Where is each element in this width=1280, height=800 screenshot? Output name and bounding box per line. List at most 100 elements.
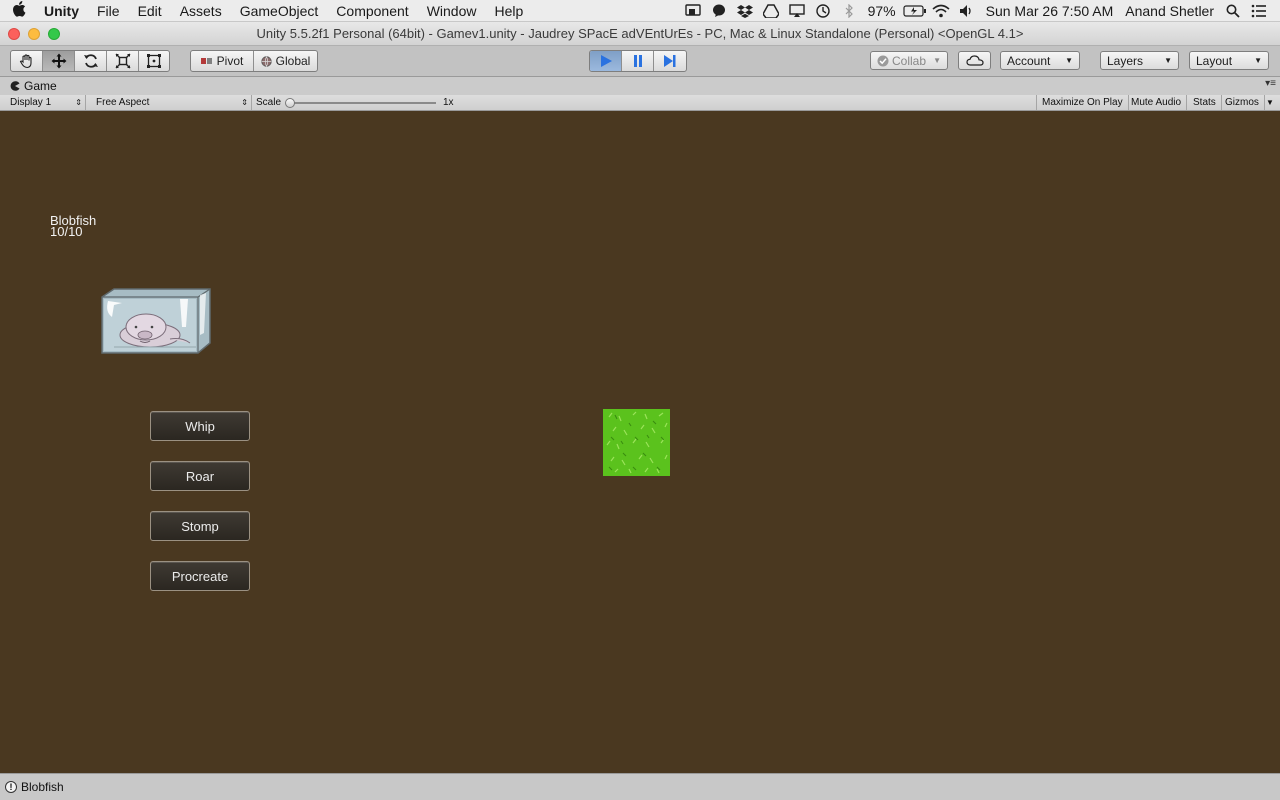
scale-icon bbox=[115, 53, 130, 69]
blobfish-tank-sprite[interactable] bbox=[100, 287, 212, 355]
hand-tool-button[interactable] bbox=[11, 51, 43, 71]
info-icon: ! bbox=[5, 781, 17, 793]
battery-percent: 97% bbox=[867, 2, 896, 19]
google-drive-icon[interactable] bbox=[758, 0, 784, 22]
rect-tool-button[interactable] bbox=[139, 51, 169, 71]
stats-toggle[interactable]: Stats bbox=[1188, 95, 1222, 110]
scale-value: 1x bbox=[443, 97, 454, 108]
gizmos-chevron-icon[interactable]: ▼ bbox=[1264, 95, 1276, 110]
window-controls bbox=[8, 28, 60, 40]
pivot-icon bbox=[200, 58, 212, 64]
minimize-window-button[interactable] bbox=[28, 28, 40, 40]
game-view-toolbar: Display 1 ⇕ Free Aspect ⇕ Scale 1x Maxim… bbox=[0, 95, 1280, 111]
rotate-tool-button[interactable] bbox=[75, 51, 107, 71]
menu-gameobject[interactable]: GameObject bbox=[231, 0, 328, 22]
grass-tile-sprite[interactable] bbox=[603, 409, 670, 476]
close-window-button[interactable] bbox=[8, 28, 20, 40]
pivot-global-group: Pivot Global bbox=[190, 50, 318, 72]
menu-unity[interactable]: Unity bbox=[38, 0, 88, 22]
roar-button[interactable]: Roar bbox=[150, 461, 250, 491]
scale-tool-button[interactable] bbox=[107, 51, 139, 71]
layers-label: Layers bbox=[1107, 53, 1144, 68]
dropbox-icon[interactable] bbox=[732, 0, 758, 22]
pacman-game-icon bbox=[10, 81, 20, 91]
tab-game[interactable]: Game bbox=[0, 79, 57, 93]
apple-menu-icon[interactable] bbox=[0, 0, 38, 21]
pivot-toggle-button[interactable]: Pivot bbox=[191, 51, 254, 71]
account-dropdown[interactable]: Account ▼ bbox=[1000, 51, 1080, 70]
playback-controls bbox=[589, 50, 687, 72]
cloud-services-button[interactable] bbox=[958, 51, 991, 70]
time-machine-icon[interactable] bbox=[810, 0, 836, 22]
bluetooth-icon[interactable] bbox=[836, 0, 862, 22]
window-title: Unity 5.5.2f1 Personal (64bit) - Gamev1.… bbox=[256, 26, 1024, 41]
menu-window[interactable]: Window bbox=[418, 0, 486, 22]
whip-button[interactable]: Whip bbox=[150, 411, 250, 441]
collab-dropdown[interactable]: Collab ▼ bbox=[870, 51, 948, 70]
window-title-bar: Unity 5.5.2f1 Personal (64bit) - Gamev1.… bbox=[0, 22, 1280, 46]
spotlight-search-icon[interactable] bbox=[1220, 0, 1246, 22]
gizmos-toggle[interactable]: Gizmos bbox=[1220, 95, 1265, 110]
aspect-label: Free Aspect bbox=[96, 97, 150, 108]
global-toggle-button[interactable]: Global bbox=[254, 51, 317, 71]
battery-icon[interactable] bbox=[902, 0, 928, 22]
unity-toolbar: Pivot Global Collab ▼ Account ▼ Layers ▼… bbox=[0, 46, 1280, 77]
display-dropdown[interactable]: Display 1 ⇕ bbox=[5, 95, 86, 110]
game-view[interactable]: Blobfish 10/10 Whip Roar Stomp Procreate bbox=[0, 112, 1280, 773]
airplay-icon[interactable] bbox=[784, 0, 810, 22]
mute-audio-toggle[interactable]: Mute Audio bbox=[1126, 95, 1188, 110]
step-icon bbox=[664, 55, 676, 67]
account-label: Account bbox=[1007, 53, 1051, 68]
menu-edit[interactable]: Edit bbox=[129, 0, 171, 22]
rotate-icon bbox=[83, 54, 98, 68]
volume-icon[interactable] bbox=[954, 0, 980, 22]
wifi-icon[interactable] bbox=[928, 0, 954, 22]
tab-context-menu-icon[interactable]: ▾≡ bbox=[1265, 78, 1276, 89]
cloud-icon bbox=[965, 55, 984, 66]
console-status-bar[interactable]: ! Blobfish bbox=[0, 773, 1280, 800]
pause-icon bbox=[633, 55, 642, 67]
chevron-down-icon: ▼ bbox=[933, 56, 941, 65]
messages-icon[interactable] bbox=[706, 0, 732, 22]
menu-assets[interactable]: Assets bbox=[171, 0, 231, 22]
play-icon bbox=[600, 55, 612, 67]
menu-help[interactable]: Help bbox=[485, 0, 532, 22]
creature-info: Blobfish 10/10 bbox=[50, 214, 96, 238]
display-label: Display 1 bbox=[10, 97, 52, 108]
menu-file[interactable]: File bbox=[88, 0, 129, 22]
scale-slider-handle[interactable] bbox=[285, 98, 295, 108]
maximize-on-play-toggle[interactable]: Maximize On Play bbox=[1036, 95, 1129, 110]
menu-component[interactable]: Component bbox=[327, 0, 417, 22]
layers-dropdown[interactable]: Layers ▼ bbox=[1100, 51, 1179, 70]
updown-chevron-icon: ⇕ bbox=[75, 98, 82, 107]
status-message: Blobfish bbox=[21, 780, 64, 794]
pivot-label: Pivot bbox=[216, 54, 244, 68]
layout-dropdown[interactable]: Layout ▼ bbox=[1189, 51, 1269, 70]
play-button[interactable] bbox=[590, 51, 622, 71]
aspect-dropdown[interactable]: Free Aspect ⇕ bbox=[91, 95, 252, 110]
layout-label: Layout bbox=[1196, 53, 1233, 68]
menubar-user[interactable]: Anand Shetler bbox=[1119, 0, 1220, 22]
scale-slider-track[interactable] bbox=[290, 102, 436, 104]
transform-tools bbox=[10, 50, 170, 72]
maximize-window-button[interactable] bbox=[48, 28, 60, 40]
updown-chevron-icon: ⇕ bbox=[241, 98, 248, 107]
rect-transform-icon bbox=[147, 54, 161, 68]
stomp-button[interactable]: Stomp bbox=[150, 511, 250, 541]
globe-icon bbox=[260, 55, 272, 67]
collab-label: Collab bbox=[892, 53, 927, 68]
chevron-down-icon: ▼ bbox=[1254, 56, 1262, 65]
chevron-down-icon: ▼ bbox=[1164, 56, 1172, 65]
notification-center-icon[interactable] bbox=[1246, 0, 1272, 22]
menu-bar: Unity File Edit Assets GameObject Compon… bbox=[0, 0, 1280, 22]
step-button[interactable] bbox=[654, 51, 686, 71]
global-label: Global bbox=[275, 54, 311, 68]
hand-icon bbox=[19, 54, 32, 69]
chevron-down-icon: ▼ bbox=[1065, 56, 1073, 65]
procreate-button[interactable]: Procreate bbox=[150, 561, 250, 591]
pause-button[interactable] bbox=[622, 51, 654, 71]
checkmark-icon bbox=[877, 55, 889, 66]
move-tool-button[interactable] bbox=[43, 51, 75, 71]
screen-mirror-icon[interactable] bbox=[680, 0, 706, 22]
menubar-clock[interactable]: Sun Mar 26 7:50 AM bbox=[980, 0, 1120, 22]
